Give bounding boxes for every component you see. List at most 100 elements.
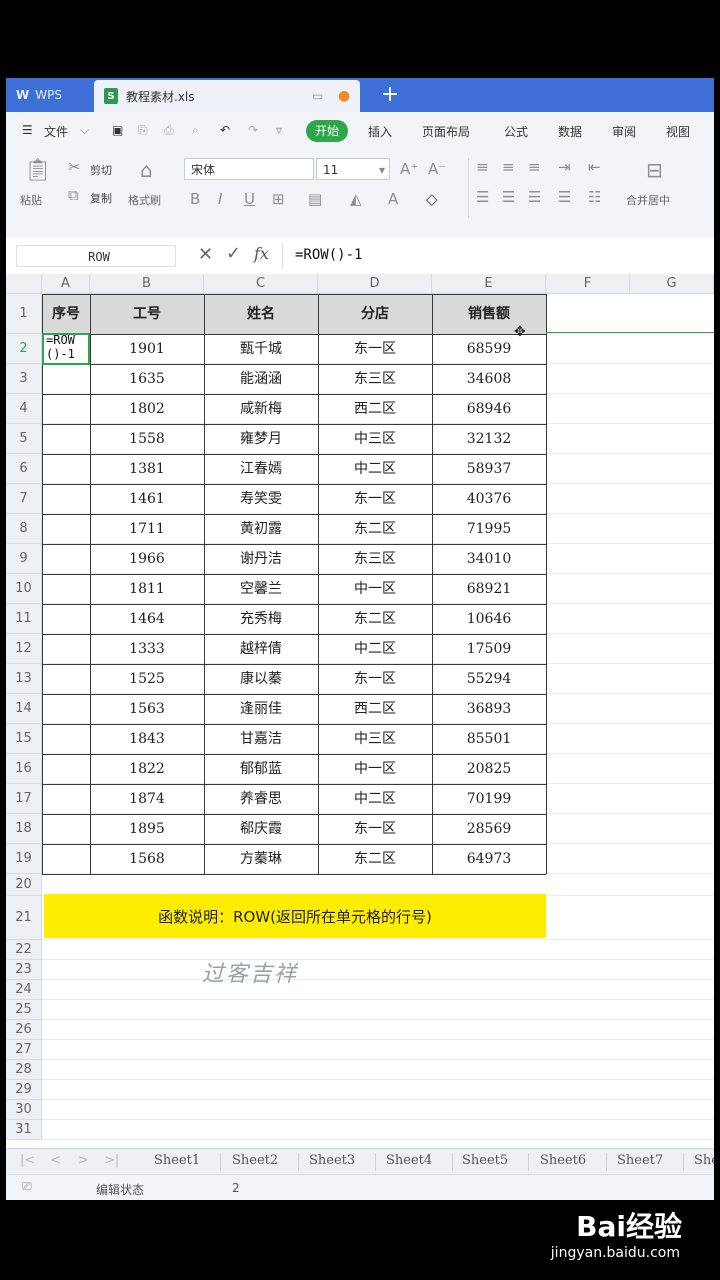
row-header-25[interactable]: 25 [6, 1000, 42, 1020]
menu-file[interactable]: 文件 [44, 123, 68, 140]
undo-icon[interactable]: ↶ [220, 123, 230, 137]
name-box[interactable]: ROW [16, 245, 176, 267]
row-header-19[interactable]: 19 [6, 844, 42, 874]
table-cell[interactable]: 黄初露 [204, 514, 318, 544]
print-preview-icon[interactable]: ⌕ [192, 123, 199, 138]
monitor-icon[interactable]: ▭ [312, 89, 323, 103]
align-right-icon[interactable]: ☰ [528, 188, 541, 206]
decrease-font-icon[interactable]: A⁻ [428, 160, 446, 178]
row-header-24[interactable]: 24 [6, 980, 42, 1000]
table-cell[interactable]: 85501 [432, 724, 546, 754]
table-cell[interactable]: 1843 [90, 724, 204, 754]
highlight-icon[interactable]: ◭ [350, 190, 362, 208]
document-tab[interactable]: S 教程素材.xls ▭ ● [94, 80, 360, 112]
row-header-18[interactable]: 18 [6, 814, 42, 844]
table-cell[interactable]: 康以蓁 [204, 664, 318, 694]
column-header-d[interactable]: D [318, 274, 432, 294]
row-header-17[interactable]: 17 [6, 784, 42, 814]
table-cell[interactable]: 1895 [90, 814, 204, 844]
format-painter-icon[interactable]: ⌂ [140, 158, 153, 182]
tab-data[interactable]: 数据 [558, 123, 582, 140]
table-cell[interactable]: 甄千城 [204, 334, 318, 364]
indent-icon[interactable]: ⇥ [558, 158, 571, 176]
table-cell[interactable]: 10646 [432, 604, 546, 634]
table-cell[interactable]: 34608 [432, 364, 546, 394]
sheet-tab-7[interactable]: Sheet7 [617, 1153, 663, 1168]
table-cell[interactable]: 1802 [90, 394, 204, 424]
chevron-down-icon[interactable]: ⌵ [80, 123, 89, 138]
wps-home-tab[interactable]: W WPS [6, 78, 90, 112]
merge-cells-icon[interactable]: ⊟ [646, 158, 663, 182]
sheet-tab-4[interactable]: Sheet4 [386, 1153, 432, 1168]
redo-icon[interactable]: ↷ [248, 123, 258, 137]
underline-button[interactable]: U [244, 190, 255, 208]
table-cell[interactable]: 江春嫣 [204, 454, 318, 484]
table-cell[interactable]: 东一区 [318, 484, 432, 514]
font-name-select[interactable]: 宋体 [184, 158, 314, 180]
tab-insert[interactable]: 插入 [368, 123, 392, 140]
table-cell[interactable]: 1464 [90, 604, 204, 634]
export-pdf-icon[interactable]: ⎘ [138, 123, 148, 138]
table-cell[interactable]: 越梓倩 [204, 634, 318, 664]
table-cell[interactable]: 40376 [432, 484, 546, 514]
hamburger-menu-icon[interactable]: ☰ [22, 123, 33, 137]
sheet-tab-8[interactable]: She [694, 1153, 714, 1168]
table-cell[interactable]: 东三区 [318, 544, 432, 574]
sheet-tab-5[interactable]: Sheet5 [462, 1153, 508, 1168]
row-header-11[interactable]: 11 [6, 604, 42, 634]
justify-icon[interactable]: ☰ [558, 188, 571, 206]
row-header-8[interactable]: 8 [6, 514, 42, 544]
paste-button[interactable]: 粘贴 [20, 192, 42, 208]
align-left-icon[interactable]: ☰ [476, 188, 489, 206]
scissors-icon[interactable]: ✂ [68, 158, 81, 176]
row-header-2[interactable]: 2 [6, 334, 42, 364]
table-cell[interactable]: 28569 [432, 814, 546, 844]
table-cell[interactable]: 64973 [432, 844, 546, 874]
table-cell[interactable]: 东二区 [318, 514, 432, 544]
sheet-tab-1[interactable]: Sheet1 [154, 1153, 200, 1168]
print-icon[interactable]: ⎙ [164, 123, 174, 138]
first-sheet-icon[interactable]: |< [20, 1153, 35, 1168]
sheet-tab-3[interactable]: Sheet3 [309, 1153, 355, 1168]
row-header-4[interactable]: 4 [6, 394, 42, 424]
table-cell[interactable]: 70199 [432, 784, 546, 814]
cut-button[interactable]: 剪切 [90, 162, 112, 178]
table-cell[interactable]: 西二区 [318, 394, 432, 424]
active-cell-editor[interactable]: =ROW ()-1 [42, 333, 90, 365]
table-cell[interactable]: 东一区 [318, 334, 432, 364]
row-header-26[interactable]: 26 [6, 1020, 42, 1040]
table-cell[interactable]: 68599 [432, 334, 546, 364]
table-cell[interactable]: 58937 [432, 454, 546, 484]
confirm-formula-icon[interactable]: ✓ [226, 243, 241, 264]
row-header-28[interactable]: 28 [6, 1060, 42, 1080]
row-header-31[interactable]: 31 [6, 1120, 42, 1140]
table-cell[interactable]: 雍梦月 [204, 424, 318, 454]
table-cell[interactable]: 1461 [90, 484, 204, 514]
row-header-13[interactable]: 13 [6, 664, 42, 694]
row-header-22[interactable]: 22 [6, 940, 42, 960]
font-color-icon[interactable]: A [388, 190, 398, 208]
row-header-16[interactable]: 16 [6, 754, 42, 784]
table-cell[interactable]: 1822 [90, 754, 204, 784]
row-header-20[interactable]: 20 [6, 874, 42, 896]
table-cell[interactable]: 1966 [90, 544, 204, 574]
worksheet-grid[interactable]: ABCDEFG 1 2 3 4 5 6 7 8 9 10 11 12 13 14 15 16 17 18 19 20 2… [6, 274, 714, 1148]
tab-formulas[interactable]: 公式 [504, 123, 528, 140]
quick-access-dropdown-icon[interactable]: ▿ [276, 123, 282, 137]
table-cell[interactable]: 方蓁琳 [204, 844, 318, 874]
tab-review[interactable]: 审阅 [612, 123, 636, 140]
table-cell[interactable]: 1381 [90, 454, 204, 484]
last-sheet-icon[interactable]: >| [104, 1153, 119, 1168]
align-middle-icon[interactable]: ≡ [502, 158, 515, 176]
table-cell[interactable]: 充秀梅 [204, 604, 318, 634]
table-cell[interactable]: 1711 [90, 514, 204, 544]
table-cell[interactable]: 东三区 [318, 364, 432, 394]
table-cell[interactable]: 17509 [432, 634, 546, 664]
table-cell[interactable]: 咸新梅 [204, 394, 318, 424]
table-cell[interactable]: 空馨兰 [204, 574, 318, 604]
borders-icon[interactable]: ⊞ [272, 190, 285, 208]
table-cell[interactable]: 东二区 [318, 604, 432, 634]
fill-color-icon[interactable]: ▤ [308, 190, 322, 208]
table-cell[interactable]: 1333 [90, 634, 204, 664]
table-cell[interactable]: 34010 [432, 544, 546, 574]
